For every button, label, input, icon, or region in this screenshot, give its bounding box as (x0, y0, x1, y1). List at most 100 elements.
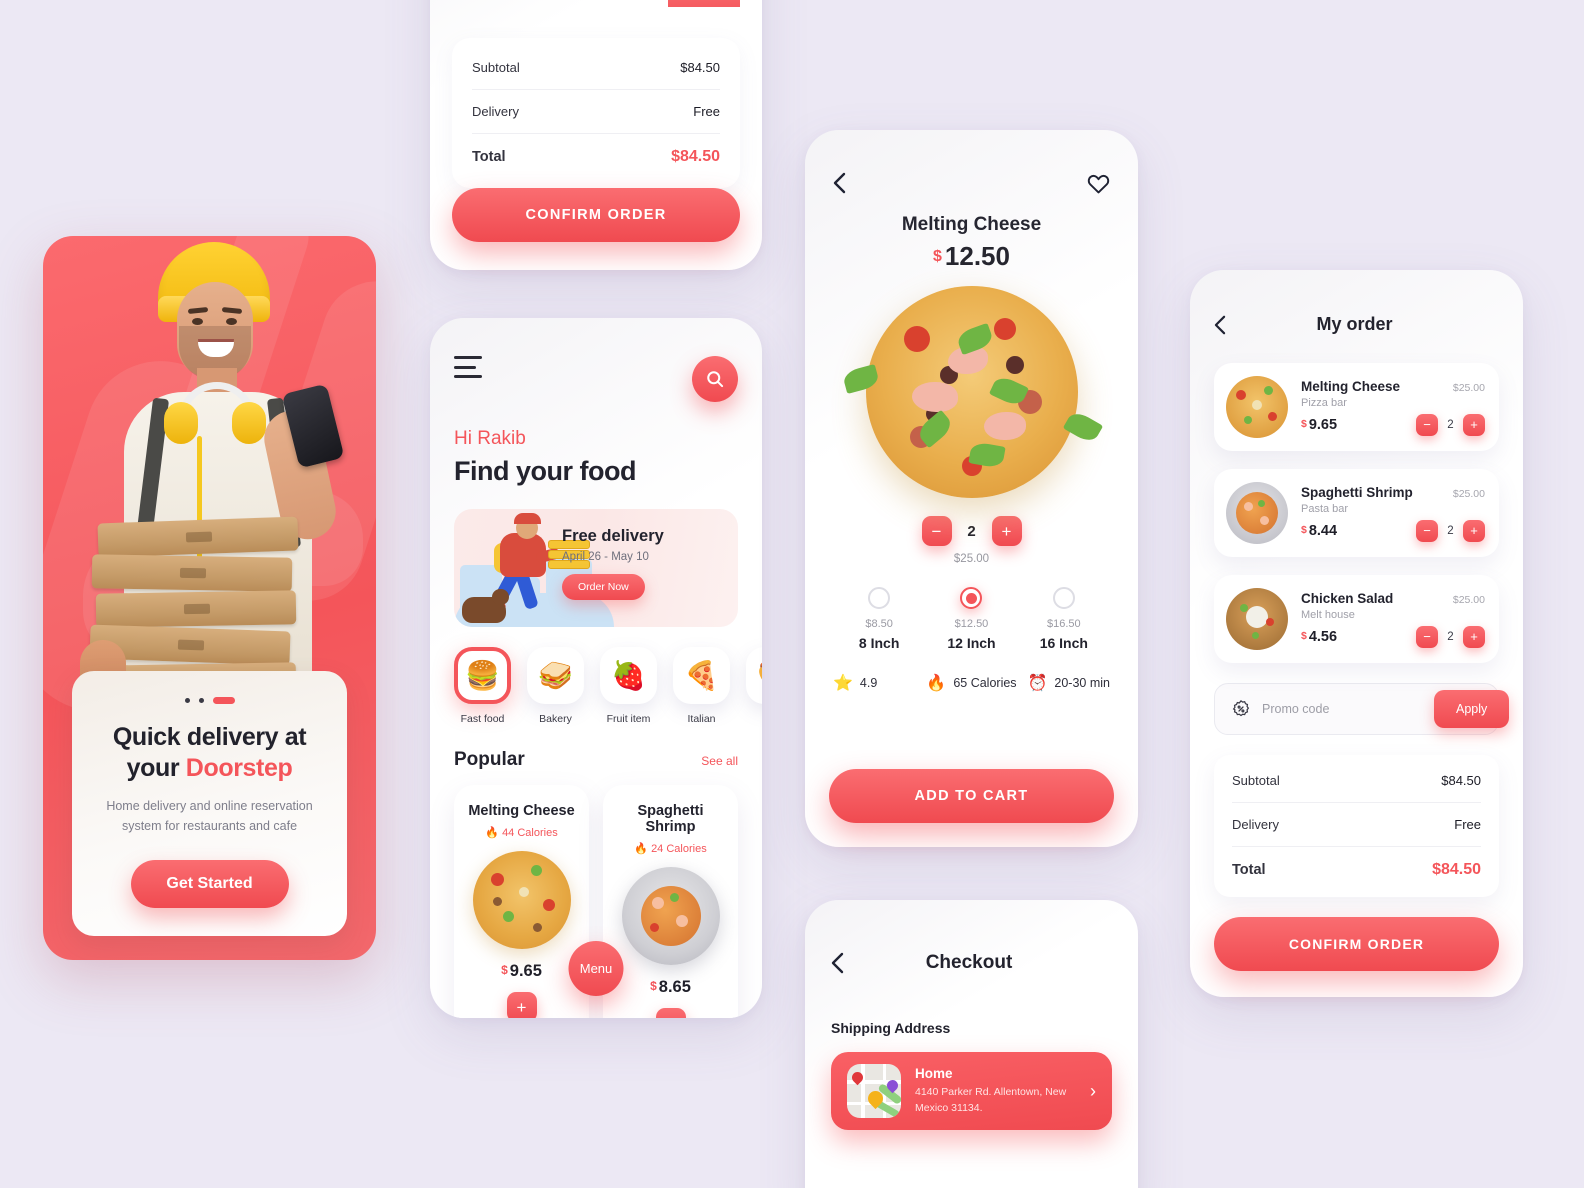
chevron-right-icon[interactable]: › (1090, 1081, 1096, 1102)
popular-item-calories: 🔥 44 Calories (485, 827, 558, 839)
size-label: 12 Inch (947, 635, 996, 651)
confirm-order-button[interactable]: CONFIRM ORDER (1214, 917, 1499, 971)
category-fruit-item[interactable]: 🍓 Fruit item (600, 647, 657, 725)
decrease-quantity-button[interactable]: − (1416, 519, 1438, 542)
quantity-value: 2 (967, 522, 976, 540)
summary-totals-panel: Subtotal $84.50 Delivery Free Total $84.… (452, 38, 740, 188)
dot-1[interactable] (184, 698, 190, 704)
order-total-value: $84.50 (1432, 861, 1481, 878)
partial-button-above (668, 0, 740, 7)
summary-confirm-order-button[interactable]: CONFIRM ORDER (452, 188, 740, 242)
quantity-decrease-button[interactable]: − (921, 516, 952, 546)
detail-header (833, 172, 1110, 194)
shipping-address-card[interactable]: Home 4140 Parker Rd. Allentown, New Mexi… (831, 1052, 1112, 1130)
order-delivery-value: Free (1454, 817, 1481, 832)
apply-promo-button[interactable]: Apply (1434, 690, 1510, 728)
decrease-quantity-button[interactable]: − (1416, 413, 1438, 436)
product-name: Melting Cheese (901, 214, 1042, 235)
summary-total-value: $84.50 (671, 148, 720, 165)
category-label: Fast food (460, 713, 505, 725)
favorite-button[interactable] (1087, 173, 1110, 194)
radio-icon[interactable] (868, 587, 891, 609)
search-icon (707, 371, 724, 388)
burger-icon: 🍔 (454, 647, 511, 704)
popular-card-spaghetti-shrimp[interactable]: Spaghetti Shrimp 🔥 24 Calories $8.65 + (603, 785, 738, 1018)
order-item-stepper[interactable]: − 2 + (1416, 519, 1485, 542)
address-name: Home (915, 1066, 953, 1082)
category-list[interactable]: 🍔 Fast food 🥪 Bakery 🍓 Fruit item 🍕 Ital… (454, 647, 762, 725)
stat-calories: 🔥 65 Calories (925, 673, 1017, 693)
size-option-8-inch[interactable]: $8.50 8 Inch (833, 587, 925, 651)
page-title: Find your food (454, 456, 636, 486)
order-item-row[interactable]: Melting Cheese $25.00 Pizza bar $9.65 − … (1214, 363, 1499, 451)
address-text: Home 4140 Parker Rd. Allentown, New Mexi… (915, 1066, 1076, 1115)
menu-fab-button[interactable]: Menu (568, 941, 624, 996)
size-option-16-inch[interactable]: $16.50 16 Inch (1018, 587, 1110, 651)
category-bakery[interactable]: 🥪 Bakery (527, 647, 584, 725)
back-button[interactable] (833, 172, 846, 194)
order-subtotal-label: Subtotal (1232, 773, 1280, 788)
order-item-price: $4.56 (1301, 629, 1337, 645)
quantity-stepper[interactable]: − 2 + (833, 516, 1110, 546)
radio-icon-selected[interactable] (960, 587, 983, 609)
promo-code-input[interactable] (1262, 702, 1423, 716)
dot-2[interactable] (198, 698, 204, 704)
popular-item-price: $8.65 (613, 978, 728, 997)
quantity-increase-button[interactable]: + (991, 516, 1022, 546)
pagination-dots[interactable] (96, 697, 323, 705)
checkout-header: Checkout (831, 952, 1112, 974)
increase-quantity-button[interactable]: + (1463, 625, 1485, 648)
promo-dates: April 26 - May 10 (562, 551, 649, 563)
order-row-subtotal: Subtotal $84.50 (1232, 759, 1481, 802)
order-item-stepper[interactable]: − 2 + (1416, 625, 1485, 648)
category-label: Ho (746, 713, 762, 725)
promo-code-row[interactable]: Apply (1214, 683, 1510, 735)
summary-total-label: Total (472, 149, 506, 165)
increase-quantity-button[interactable]: + (1463, 413, 1485, 436)
popular-card-melting-cheese[interactable]: Melting Cheese 🔥 44 Calories $9.65 + (454, 785, 589, 1018)
increase-quantity-button[interactable]: + (1463, 519, 1485, 542)
salad-thumbnail-icon (1226, 588, 1288, 650)
decrease-quantity-button[interactable]: − (1416, 625, 1438, 648)
category-italian[interactable]: 🍕 Italian (673, 647, 730, 725)
pizza-slice-icon: 🍕 (673, 647, 730, 704)
delivery-person-photo (43, 236, 376, 702)
get-started-button[interactable]: Get Started (130, 860, 289, 908)
summary-row-total: Total $84.50 (472, 133, 720, 180)
order-item-name: Chicken Salad (1301, 590, 1394, 606)
add-item-button[interactable]: + (506, 992, 537, 1018)
size-price: $8.50 (865, 618, 893, 630)
order-item-row[interactable]: Spaghetti Shrimp $25.00 Pasta bar $8.44 … (1214, 469, 1499, 557)
size-selector[interactable]: $8.50 8 Inch $12.50 12 Inch $16.50 16 In… (833, 587, 1110, 651)
popular-item-name: Spaghetti Shrimp (637, 803, 704, 835)
price-value: 9.65 (509, 962, 542, 980)
size-option-12-inch[interactable]: $12.50 12 Inch (925, 587, 1017, 651)
add-item-button[interactable]: + (655, 1008, 686, 1018)
stat-rating: ⭐ 4.9 (833, 673, 925, 693)
home-header (454, 356, 738, 402)
category-label: Fruit item (606, 713, 651, 725)
order-item-row[interactable]: Chicken Salad $25.00 Melt house $4.56 − … (1214, 575, 1499, 663)
hamburger-icon[interactable] (454, 356, 482, 378)
pasta-image (621, 867, 720, 965)
see-all-link[interactable]: See all (701, 754, 738, 768)
category-fast-food[interactable]: 🍔 Fast food (454, 647, 511, 725)
promo-title: Free delivery (562, 527, 664, 545)
rating-value: 4.9 (859, 676, 878, 690)
currency-symbol: $ (1301, 523, 1307, 536)
search-button[interactable] (692, 356, 738, 402)
order-item-restaurant: Melt house (1301, 608, 1355, 621)
onboarding-subtitle: Home delivery and online reservation sys… (106, 799, 313, 833)
add-to-cart-button[interactable]: ADD TO CART (829, 769, 1114, 823)
category-hot-dog[interactable]: 🌭 Ho (746, 647, 762, 725)
order-now-button[interactable]: Order Now (562, 574, 645, 600)
fire-icon: 🔥 (926, 675, 947, 692)
order-item-price: $9.65 (1301, 417, 1337, 433)
dot-3-active[interactable] (212, 697, 235, 705)
promo-banner[interactable]: Free delivery April 26 - May 10 Order No… (454, 509, 738, 627)
radio-icon[interactable] (1052, 587, 1075, 609)
product-image-pizza (841, 286, 1103, 498)
order-item-stepper[interactable]: − 2 + (1416, 413, 1485, 436)
popular-title: Popular (454, 749, 525, 770)
map-thumbnail-icon (847, 1064, 901, 1118)
